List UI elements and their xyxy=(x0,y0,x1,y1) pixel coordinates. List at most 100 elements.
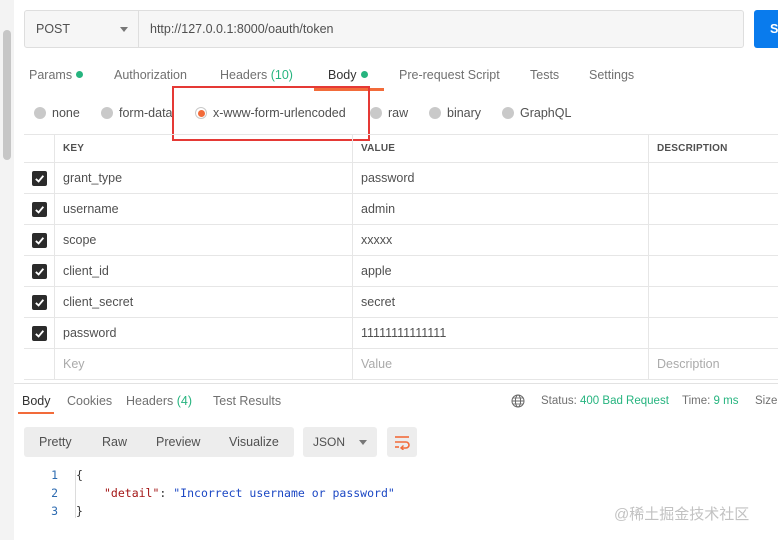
response-time: Time: 9 ms xyxy=(682,388,738,414)
time-value[interactable]: 9 ms xyxy=(714,395,739,407)
indent-guide xyxy=(75,470,76,518)
tab-tests[interactable]: Tests xyxy=(530,62,559,90)
response-code-view[interactable]: 1 { 2 "detail": "Incorrect username or p… xyxy=(24,466,584,520)
table-row: grant_type password xyxy=(24,163,778,194)
line-number: 1 xyxy=(51,468,58,482)
code-line: 2 "detail": "Incorrect username or passw… xyxy=(24,484,584,502)
param-value-cell[interactable]: secret xyxy=(352,287,648,317)
column-header-value: VALUE xyxy=(352,135,648,162)
code-line: 1 { xyxy=(24,466,584,484)
param-value-cell[interactable]: apple xyxy=(352,256,648,286)
param-key-cell[interactable]: password xyxy=(54,318,352,348)
format-visualize-button[interactable]: Visualize xyxy=(229,427,279,457)
json-key: "detail" xyxy=(104,486,160,500)
new-key-input[interactable]: Key xyxy=(54,349,352,379)
tab-settings[interactable]: Settings xyxy=(589,62,634,90)
status-label: Status: xyxy=(541,395,577,407)
body-type-selector: none form-data x-www-form-urlencoded raw… xyxy=(0,100,778,126)
param-value-cell[interactable]: xxxxx xyxy=(352,225,648,255)
response-tab-test-results[interactable]: Test Results xyxy=(213,388,281,414)
new-description-input[interactable]: Description xyxy=(648,349,778,379)
row-checkbox[interactable] xyxy=(31,325,47,341)
row-checkbox[interactable] xyxy=(31,232,47,248)
param-description-cell[interactable] xyxy=(648,318,778,348)
param-key-cell[interactable]: grant_type xyxy=(54,163,352,193)
tab-params-label: Params xyxy=(29,68,73,82)
radio-circle-icon xyxy=(429,107,441,119)
wrap-lines-button[interactable] xyxy=(387,427,417,457)
method-label: POST xyxy=(36,22,71,36)
url-input[interactable]: http://127.0.0.1:8000/oauth/token xyxy=(139,11,743,47)
radio-raw[interactable]: raw xyxy=(370,100,408,126)
tab-prerequest-script[interactable]: Pre-request Script xyxy=(399,62,500,90)
row-check-cell xyxy=(24,287,54,317)
language-label: JSON xyxy=(313,435,346,449)
param-description-cell[interactable] xyxy=(648,194,778,224)
format-raw-button[interactable]: Raw xyxy=(102,427,127,457)
scrollbar-thumb[interactable] xyxy=(3,30,11,160)
checkmark-icon xyxy=(34,174,44,183)
param-description-cell[interactable] xyxy=(648,225,778,255)
radio-circle-icon xyxy=(370,107,382,119)
response-tab-headers[interactable]: Headers (4) xyxy=(126,388,192,414)
request-bar: POST http://127.0.0.1:8000/oauth/token xyxy=(24,10,744,48)
radio-none[interactable]: none xyxy=(34,100,80,126)
method-select[interactable]: POST xyxy=(25,11,139,47)
tab-headers-label: Headers xyxy=(220,68,268,82)
param-description-cell[interactable] xyxy=(648,256,778,286)
param-key-cell[interactable]: client_secret xyxy=(54,287,352,317)
param-description-cell[interactable] xyxy=(648,163,778,193)
response-active-tab-indicator xyxy=(18,412,54,414)
param-key-cell[interactable]: client_id xyxy=(54,256,352,286)
row-checkbox[interactable] xyxy=(31,263,47,279)
row-checkbox[interactable] xyxy=(31,201,47,217)
param-value-cell[interactable]: admin xyxy=(352,194,648,224)
row-checkbox[interactable] xyxy=(31,170,47,186)
format-preview-button[interactable]: Preview xyxy=(156,427,200,457)
new-value-input[interactable]: Value xyxy=(352,349,648,379)
empty-check-cell xyxy=(24,349,54,379)
pane-divider[interactable] xyxy=(14,383,778,384)
column-header-key: KEY xyxy=(54,135,352,162)
table-row: client_id apple xyxy=(24,256,778,287)
annotation-highlight-box xyxy=(172,86,370,141)
header-check-cell xyxy=(24,135,54,162)
param-description-cell[interactable] xyxy=(648,287,778,317)
json-value: "Incorrect username or password" xyxy=(173,486,395,500)
tab-params[interactable]: Params xyxy=(29,62,84,90)
format-pretty-button[interactable]: Pretty xyxy=(39,427,72,457)
table-row: username admin xyxy=(24,194,778,225)
watermark: @稀土掘金技术社区 xyxy=(614,506,750,523)
radio-graphql[interactable]: GraphQL xyxy=(502,100,571,126)
status-dot-icon xyxy=(360,71,368,78)
response-size: Size: xyxy=(755,388,778,414)
param-key-cell[interactable]: username xyxy=(54,194,352,224)
chevron-down-icon xyxy=(120,27,128,32)
row-check-cell xyxy=(24,194,54,224)
radio-form-data[interactable]: form-data xyxy=(101,100,173,126)
params-table: KEY VALUE DESCRIPTION grant_type password… xyxy=(24,134,778,380)
language-select[interactable]: JSON xyxy=(303,427,377,457)
send-button[interactable]: S xyxy=(754,10,778,48)
row-check-cell xyxy=(24,256,54,286)
response-tab-body[interactable]: Body xyxy=(22,388,51,414)
param-value-cell[interactable]: password xyxy=(352,163,648,193)
send-label: S xyxy=(770,22,778,36)
status-value[interactable]: 400 Bad Request xyxy=(580,395,669,407)
radio-binary[interactable]: binary xyxy=(429,100,481,126)
code-line: 3 } xyxy=(24,502,584,520)
param-value-cell[interactable]: 11111111111111 xyxy=(352,318,648,348)
code-close-brace: } xyxy=(76,504,83,518)
row-check-cell xyxy=(24,318,54,348)
tab-tests-label: Tests xyxy=(530,68,560,82)
column-header-description: DESCRIPTION xyxy=(648,135,778,162)
globe-icon[interactable] xyxy=(511,394,525,408)
row-checkbox[interactable] xyxy=(31,294,47,310)
checkmark-icon xyxy=(34,236,44,245)
param-key-cell[interactable]: scope xyxy=(54,225,352,255)
chevron-down-icon xyxy=(359,440,367,445)
response-tab-cookies[interactable]: Cookies xyxy=(67,388,112,414)
row-check-cell xyxy=(24,163,54,193)
checkmark-icon xyxy=(34,205,44,214)
code-open-brace: { xyxy=(76,468,83,482)
